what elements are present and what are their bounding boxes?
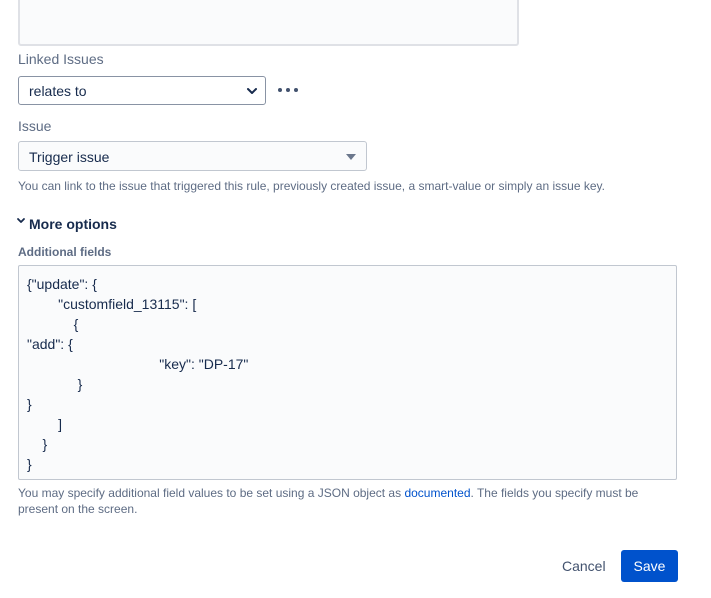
cancel-button[interactable]: Cancel — [555, 551, 613, 581]
save-button[interactable]: Save — [621, 550, 678, 582]
more-options-label: More options — [29, 216, 117, 232]
json-line: } — [27, 376, 83, 392]
issue-help-text: You can link to the issue that triggered… — [18, 179, 605, 193]
json-help-text-before: You may specify additional field values … — [18, 486, 405, 500]
json-line: {"update": { — [27, 276, 97, 292]
additional-fields-json-input[interactable]: {"update": { "customfield_13115": [ { "ad… — [18, 265, 677, 480]
linked-issues-select-value: relates to — [29, 83, 87, 99]
json-line: ] — [27, 416, 63, 432]
additional-fields-label: Additional fields — [18, 245, 112, 259]
issue-label: Issue — [18, 118, 52, 134]
json-line: "customfield_13115": [ — [27, 296, 197, 312]
json-line: } — [27, 436, 48, 452]
json-line: "key": "DP-17" — [27, 356, 249, 372]
more-options-toggle[interactable]: More options — [16, 216, 117, 232]
additional-fields-help: You may specify additional field values … — [18, 485, 658, 517]
more-actions-icon[interactable] — [278, 82, 298, 98]
documented-link[interactable]: documented — [404, 486, 470, 500]
chevron-down-icon — [17, 218, 25, 223]
json-line: { — [27, 316, 79, 332]
issue-select-value: Trigger issue — [29, 149, 110, 165]
previous-textarea[interactable] — [18, 0, 519, 46]
issue-select[interactable]: Trigger issue — [18, 141, 367, 171]
linked-issues-select[interactable]: relates to — [18, 76, 266, 105]
json-line: } — [27, 456, 32, 472]
linked-issues-label: Linked Issues — [18, 51, 104, 67]
chevron-down-icon — [247, 88, 257, 94]
caret-down-icon — [346, 154, 356, 160]
json-line: "add": { — [27, 336, 73, 352]
json-line: } — [27, 396, 32, 412]
